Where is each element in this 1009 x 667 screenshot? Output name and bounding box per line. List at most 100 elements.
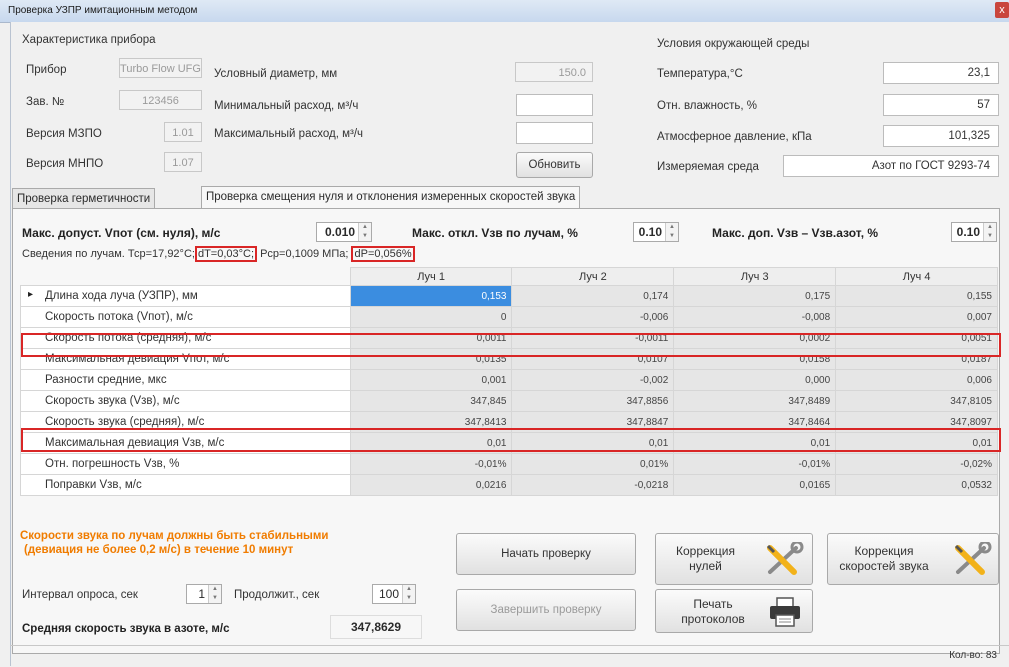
- highlight-flow-average-row: [21, 333, 1001, 357]
- status-bar: [10, 645, 1009, 667]
- tab-leak-check[interactable]: Проверка герметичности: [12, 188, 156, 208]
- nitrogen-deviation-spinner[interactable]: 0.10 ▲ ▼: [951, 222, 997, 242]
- row-label: Скорость звука (Vзв), м/с: [45, 395, 180, 407]
- cell-beam-2[interactable]: -0,002: [511, 369, 675, 391]
- humidity-input[interactable]: 57: [883, 94, 999, 116]
- cell-beam-1[interactable]: 0,0216: [349, 474, 513, 496]
- speed-correction-button[interactable]: Коррекция скоростей звука: [827, 533, 999, 585]
- column-header-beam-4[interactable]: Луч 4: [835, 267, 998, 286]
- cell-beam-4[interactable]: 0,007: [835, 306, 998, 328]
- dp-value: dP=0,056%: [351, 246, 415, 262]
- interval-spinner[interactable]: 1 ▲ ▼: [186, 584, 222, 604]
- zero-correction-button[interactable]: Коррекция нулей: [655, 533, 813, 585]
- zero-correction-line-2: нулей: [689, 559, 722, 573]
- table-row[interactable]: Поправки Vзв, м/с 0,0216 -0,0218 0,0165 0,05…: [20, 474, 998, 496]
- window-title: Проверка УЗПР имитационным методом: [8, 5, 198, 16]
- close-button[interactable]: x: [995, 2, 1009, 18]
- cell-beam-3[interactable]: 0,175: [673, 285, 837, 307]
- cell-beam-2[interactable]: 0,01%: [511, 453, 675, 475]
- spinner-arrows-icon[interactable]: ▲ ▼: [983, 223, 996, 241]
- cell-beam-4[interactable]: 0,155: [835, 285, 998, 307]
- update-button[interactable]: Обновить: [516, 152, 593, 178]
- pressure-label: Атмосферное давление, кПа: [657, 131, 812, 143]
- row-header[interactable]: Скорость звука (Vзв), м/с: [20, 390, 351, 412]
- row-header[interactable]: Поправки Vзв, м/с: [20, 474, 351, 496]
- duration-label: Продолжит., сек: [234, 589, 320, 601]
- cell-beam-3[interactable]: 0,000: [673, 369, 837, 391]
- speed-correction-label: Коррекция скоростей звука: [834, 544, 934, 574]
- column-header-beam-2[interactable]: Луч 2: [511, 267, 675, 286]
- beam-deviation-spinner[interactable]: 0.10 ▲ ▼: [633, 222, 679, 242]
- row-header[interactable]: Отн. погрешность Vзв, %: [20, 453, 351, 475]
- spinner-arrows-icon[interactable]: ▲ ▼: [358, 223, 371, 241]
- cell-beam-1[interactable]: 0,153: [349, 285, 513, 307]
- cell-beam-2[interactable]: 0,174: [511, 285, 675, 307]
- interval-label: Интервал опроса, сек: [22, 589, 138, 601]
- beam-info: Сведения по лучам. Тср=17,92°С; dT=0,03°С…: [22, 246, 415, 262]
- duration-spinner[interactable]: 100 ▲ ▼: [372, 584, 416, 604]
- cell-beam-2[interactable]: -0,0218: [511, 474, 675, 496]
- cell-beam-1[interactable]: -0,01%: [349, 453, 513, 475]
- spinner-arrows-icon[interactable]: ▲ ▼: [402, 585, 415, 603]
- row-header[interactable]: Разности средние, мкс: [20, 369, 351, 391]
- speed-correction-line-1: Коррекция: [854, 544, 914, 558]
- medium-label: Измеряемая среда: [657, 161, 759, 173]
- max-flow-label: Максимальный расход, м³/ч: [214, 128, 364, 140]
- cell-beam-4[interactable]: -0,02%: [835, 453, 998, 475]
- env-section-title: Условия окружающей среды: [657, 38, 810, 50]
- column-header-beam-1[interactable]: Луч 1: [349, 267, 513, 286]
- cell-beam-3[interactable]: -0,01%: [673, 453, 837, 475]
- table-row[interactable]: Скорость потока (Vпот), м/с 0 -0,006 -0,008…: [20, 306, 998, 328]
- max-flow-input[interactable]: [516, 122, 593, 144]
- cell-beam-4[interactable]: 347,8105: [835, 390, 998, 412]
- cell-beam-3[interactable]: -0,008: [673, 306, 837, 328]
- finish-check-button[interactable]: Завершить проверку: [456, 589, 636, 631]
- cell-beam-2[interactable]: -0,006: [511, 306, 675, 328]
- min-flow-input[interactable]: [516, 94, 593, 116]
- row-label: Отн. погрешность Vзв, %: [45, 458, 180, 470]
- cell-beam-3[interactable]: 0,0165: [673, 474, 837, 496]
- interval-value: 1: [198, 587, 205, 601]
- record-count: Кол-во: 83: [949, 650, 997, 661]
- dt-value: dT=0,03°С;: [194, 246, 258, 262]
- beam-info-prefix: Сведения по лучам. Тср=17,92°С;: [22, 248, 195, 260]
- cell-beam-4[interactable]: 0,006: [835, 369, 998, 391]
- cell-beam-1[interactable]: 347,845: [349, 390, 513, 412]
- humidity-label: Отн. влажность, %: [657, 100, 757, 112]
- warning-line-2: (девиация не более 0,2 м/с) в течение 10…: [24, 544, 294, 556]
- start-check-button[interactable]: Начать проверку: [456, 533, 636, 575]
- vpot-max-spinner[interactable]: 0.010 ▲ ▼: [316, 222, 372, 242]
- spinner-arrows-icon[interactable]: ▲ ▼: [208, 585, 221, 603]
- row-label: Длина хода луча (УЗПР), мм: [45, 290, 198, 302]
- spinner-arrows-icon[interactable]: ▲ ▼: [665, 223, 678, 241]
- temperature-label: Температура,°С: [657, 68, 743, 80]
- temperature-input[interactable]: 23,1: [883, 62, 999, 84]
- table-row[interactable]: Разности средние, мкс 0,001 -0,002 0,000 0,0…: [20, 369, 998, 391]
- title-bar: Проверка УЗПР имитационным методом x: [0, 0, 1009, 23]
- column-header-beam-3[interactable]: Луч 3: [673, 267, 837, 286]
- row-header[interactable]: Скорость потока (Vпот), м/с: [20, 306, 351, 328]
- beam-deviation-value: 0.10: [638, 225, 662, 239]
- row-label: Скорость звука (средняя), м/с: [45, 416, 205, 428]
- table-row[interactable]: ▸ Длина хода луча (УЗПР), мм 0,153 0,174 0,1…: [20, 285, 998, 307]
- cell-beam-4[interactable]: 0,0532: [835, 474, 998, 496]
- wrench-screwdriver-icon: [954, 542, 992, 575]
- table-row[interactable]: Скорость звука (Vзв), м/с 347,845 347,8856…: [20, 390, 998, 412]
- nitrogen-deviation-label: Макс. доп. Vзв – Vзв.азот, %: [712, 226, 879, 240]
- pressure-input[interactable]: 101,325: [883, 125, 999, 147]
- medium-input[interactable]: Азот по ГОСТ 9293-74: [783, 155, 999, 177]
- row-label: Скорость потока (Vпот), м/с: [45, 311, 193, 323]
- cell-beam-1[interactable]: 0,001: [349, 369, 513, 391]
- cell-beam-2[interactable]: 347,8856: [511, 390, 675, 412]
- cell-beam-1[interactable]: 0: [349, 306, 513, 328]
- cell-beam-3[interactable]: 347,8489: [673, 390, 837, 412]
- mnpo-version-label: Версия МНПО: [26, 158, 104, 170]
- device-label: Прибор: [26, 64, 67, 76]
- stability-warning: Скорости звука по лучам должны быть стаб…: [20, 529, 328, 557]
- tab-zero-offset-check[interactable]: Проверка смещения нуля и отклонения изме…: [201, 186, 581, 208]
- zero-correction-line-1: Коррекция: [676, 544, 736, 558]
- table-row[interactable]: Отн. погрешность Vзв, % -0,01% 0,01% -0,01%…: [20, 453, 998, 475]
- speed-correction-line-2: скоростей звука: [839, 559, 929, 573]
- row-header[interactable]: ▸ Длина хода луча (УЗПР), мм: [20, 285, 351, 307]
- print-protocols-button[interactable]: Печать протоколов: [655, 589, 813, 633]
